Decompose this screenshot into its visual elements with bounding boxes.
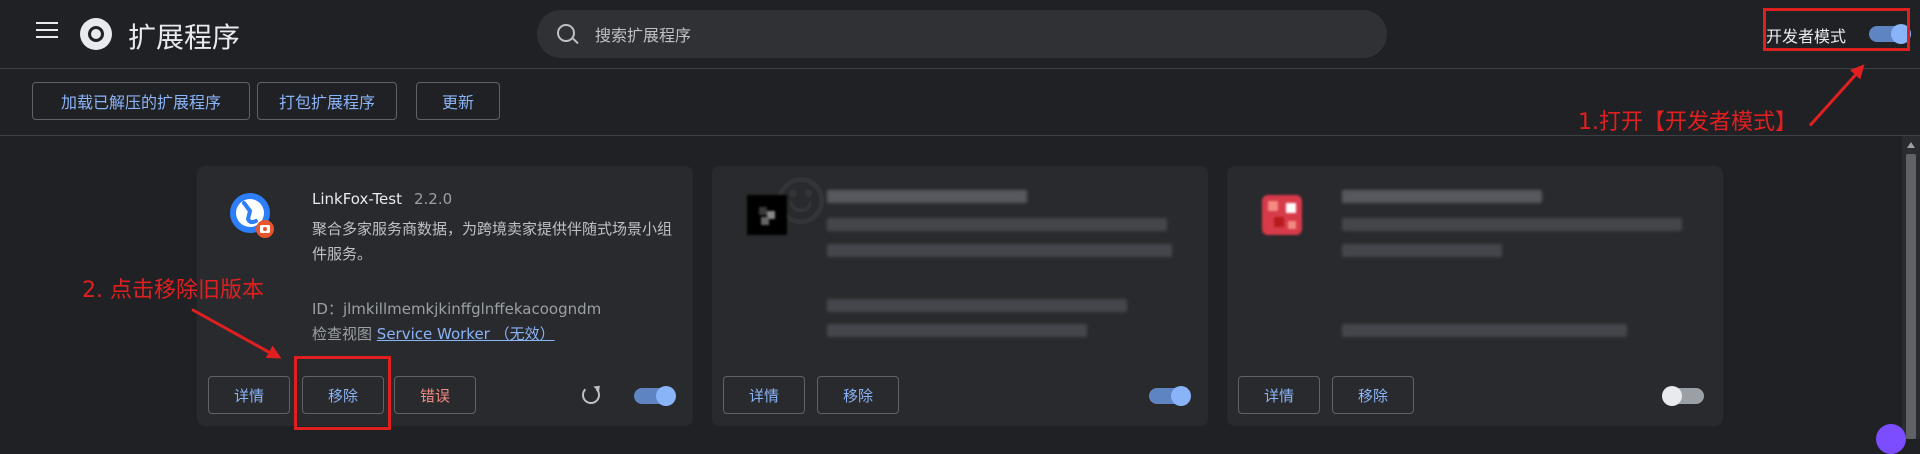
blurred-text — [827, 299, 1127, 312]
pack-extension-button[interactable]: 打包扩展程序 — [257, 82, 397, 120]
enable-toggle[interactable] — [1149, 386, 1191, 406]
scrollbar-thumb[interactable] — [1906, 154, 1916, 439]
extension-card-blurred-2: 详情 移除 — [1227, 166, 1723, 426]
details-button[interactable]: 详情 — [208, 376, 290, 414]
linkfox-icon — [230, 193, 274, 238]
annotation-step1: 1.打开【开发者模式】 — [1578, 110, 1797, 135]
service-worker-link[interactable]: Service Worker （无效） — [377, 325, 555, 343]
search-icon — [557, 24, 575, 42]
annotation-arrow-1 — [1808, 66, 1864, 127]
remove-button[interactable]: 移除 — [817, 376, 899, 414]
blurred-text — [827, 244, 1172, 257]
blurred-text — [827, 218, 1167, 231]
details-button[interactable]: 详情 — [1238, 376, 1320, 414]
details-button[interactable]: 详情 — [723, 376, 805, 414]
avatar[interactable] — [1876, 424, 1906, 454]
inspect-views: 检查视图 Service Worker （无效） — [312, 323, 555, 344]
blurred-extension-icon — [1262, 195, 1302, 235]
enable-toggle[interactable] — [634, 386, 676, 406]
errors-button[interactable]: 错误 — [394, 376, 476, 414]
extension-version: 2.2.0 — [414, 190, 453, 208]
page-title: 扩展程序 — [128, 21, 241, 54]
search-bar[interactable] — [537, 10, 1387, 60]
reload-icon[interactable] — [582, 386, 600, 404]
blurred-text — [1342, 244, 1502, 257]
menu-icon[interactable] — [36, 22, 58, 42]
blurred-text — [827, 324, 1087, 337]
blurred-text — [827, 190, 1027, 203]
extension-card-linkfox: LinkFox-Test 2.2.0 聚合多家服务商数据，为跨境卖家提供伴随式场… — [197, 166, 693, 426]
scrollbar[interactable] — [1902, 136, 1920, 439]
blurred-text — [1342, 218, 1682, 231]
search-input[interactable] — [593, 10, 1357, 60]
blurred-text — [1342, 190, 1542, 203]
extension-id: ID：jlmkillmemkjkinffglnffekacoogndm — [312, 300, 602, 318]
chrome-logo-icon — [80, 18, 112, 50]
blurred-text — [1342, 324, 1627, 337]
dev-mode-highlight-box — [1763, 8, 1910, 51]
page-header: 扩展程序 开发者模式 — [0, 0, 1920, 69]
remove-button[interactable]: 移除 — [1332, 376, 1414, 414]
blurred-extension-icon — [747, 195, 787, 235]
extension-name: LinkFox-Test — [312, 190, 402, 208]
scroll-up-arrow-icon[interactable] — [1907, 142, 1915, 148]
extension-description: 聚合多家服务商数据，为跨境卖家提供伴随式场景小组件服务。 — [312, 220, 673, 263]
update-button[interactable]: 更新 — [416, 82, 500, 120]
extension-card-blurred-1: ☺︎ 详情 移除 — [712, 166, 1208, 426]
remove-highlight-box — [294, 356, 391, 430]
annotation-step2: 2. 点击移除旧版本 — [82, 278, 264, 303]
load-unpacked-button[interactable]: 加载已解压的扩展程序 — [32, 82, 250, 120]
inspect-views-label: 检查视图 — [312, 325, 373, 343]
enable-toggle[interactable] — [1662, 386, 1704, 406]
